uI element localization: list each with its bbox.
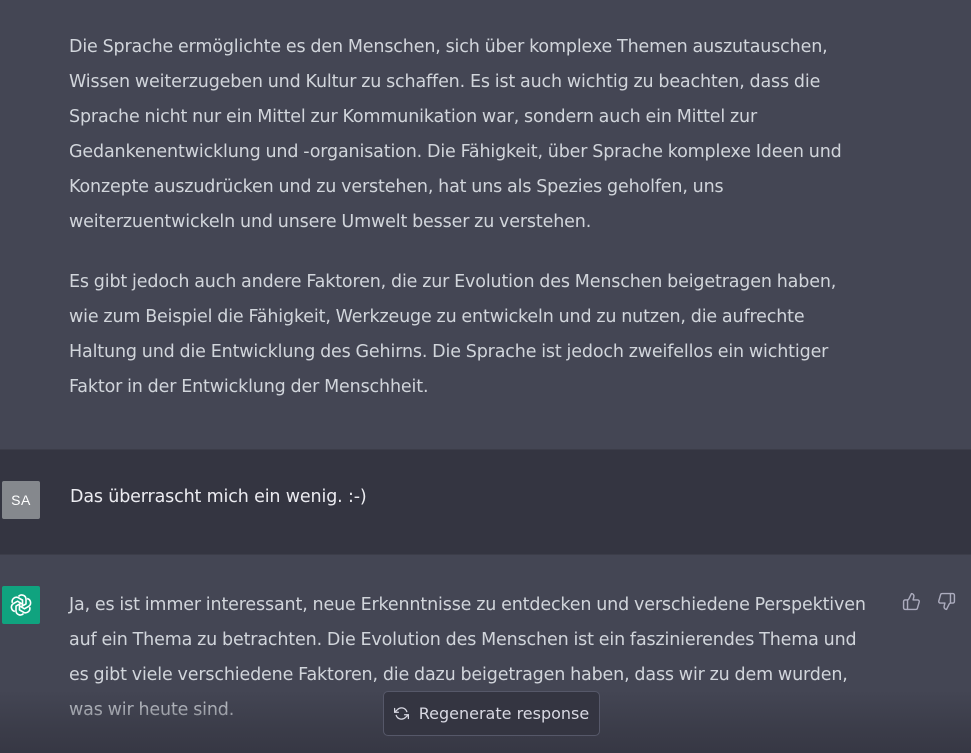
text-line: wie zum Beispiel die Fähigkeit, Werkzeug… (69, 307, 805, 327)
message-paragraph: Die Sprache ermöglichte es den Menschen,… (69, 30, 869, 240)
avatar: SA (2, 481, 40, 519)
thumbs-up-icon[interactable] (901, 591, 921, 611)
regenerate-label: Regenerate response (418, 704, 590, 723)
user-message-text: Das überrascht mich ein wenig. :-) (70, 487, 367, 507)
text-line: auf ein Thema zu betrachten. Die Evoluti… (69, 630, 857, 650)
text-line: Wissen weiterzugeben und Kultur zu schaf… (69, 72, 821, 92)
chat-page: Die Sprache ermöglichte es den Menschen,… (0, 0, 971, 753)
text-line: Gedankenentwicklung und -organisation. D… (69, 142, 842, 162)
text-line: weiterzuentwickeln und unsere Umwelt bes… (69, 212, 592, 232)
thumbs-down-icon[interactable] (936, 591, 956, 611)
refresh-icon (393, 706, 409, 721)
regenerate-response-button[interactable]: Regenerate response (383, 691, 600, 736)
openai-logo-icon (2, 586, 40, 624)
user-message: SA Das überrascht mich ein wenig. :-) (0, 449, 971, 555)
text-line: Konzepte auszudrücken und zu verstehen, … (69, 177, 724, 197)
text-line: Ja, es ist immer interessant, neue Erken… (69, 595, 866, 615)
text-line: Faktor in der Entwicklung der Menschheit… (69, 377, 429, 397)
text-line: Es gibt jedoch auch andere Faktoren, die… (69, 272, 837, 292)
text-line: es gibt viele verschiedene Faktoren, die… (69, 665, 848, 685)
text-line: Haltung und die Entwicklung des Gehirns.… (69, 342, 829, 362)
text-line: Die Sprache ermöglichte es den Menschen,… (69, 37, 828, 57)
assistant-message-previous: Die Sprache ermöglichte es den Menschen,… (0, 0, 971, 449)
text-line: was wir heute sind. (69, 700, 235, 720)
message-paragraph: Es gibt jedoch auch andere Faktoren, die… (69, 265, 869, 405)
text-line: Sprache nicht nur ein Mittel zur Kommuni… (69, 107, 758, 127)
